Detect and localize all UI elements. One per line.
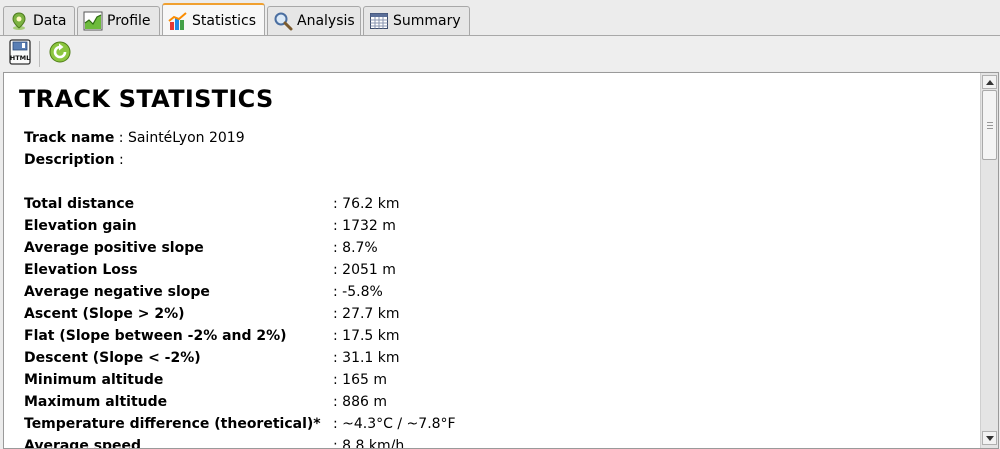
html-export-icon: HTML: [8, 39, 32, 69]
html-label: HTML: [10, 54, 30, 62]
stat-value: : 165 m: [333, 372, 387, 388]
stat-label: Flat (Slope between -2% and 2%): [24, 328, 287, 344]
stat-row: Average negative slope : -5.8%: [24, 281, 524, 303]
map-pin-icon: [9, 11, 29, 31]
magnifier-icon: [273, 11, 293, 31]
tab-label: Profile: [107, 13, 151, 29]
table-icon: [369, 11, 389, 31]
export-html-button[interactable]: HTML: [6, 39, 34, 69]
stat-label: Elevation gain: [24, 218, 137, 234]
stat-row: Average positive slope : 8.7%: [24, 237, 524, 259]
tab-summary[interactable]: Summary: [363, 6, 470, 35]
refresh-button[interactable]: [46, 40, 74, 68]
stat-row: Total distance : 76.2 km: [24, 193, 524, 215]
stat-value: : 31.1 km: [333, 350, 400, 366]
stat-row: Maximum altitude : 886 m: [24, 391, 524, 413]
stat-label: Total distance: [24, 196, 135, 212]
tab-analysis[interactable]: Analysis: [267, 6, 361, 35]
tab-bar: Data Profile Statistics Analysis Summary: [0, 0, 1000, 36]
stat-label: Elevation Loss: [24, 262, 138, 278]
description-label: Description: [24, 152, 115, 168]
refresh-icon: [48, 40, 72, 68]
statistics-chart-icon: [168, 11, 188, 31]
track-name-label: Track name: [24, 130, 115, 146]
stat-label: Minimum altitude: [24, 372, 164, 388]
description-value: :: [114, 152, 124, 168]
stat-value: : 8.7%: [333, 240, 378, 256]
stat-row: Descent (Slope < -2%) : 31.1 km: [24, 347, 524, 369]
chevron-up-icon: [985, 79, 994, 85]
tab-label: Statistics: [192, 12, 256, 29]
tab-profile[interactable]: Profile: [77, 6, 160, 35]
stat-value: : 2051 m: [333, 262, 396, 278]
stat-label: Average speed: [24, 438, 142, 449]
stat-row: Temperature difference (theoretical)* : ~…: [24, 413, 524, 435]
profile-chart-icon: [83, 11, 103, 31]
stat-label: Average negative slope: [24, 284, 210, 300]
stat-row: Ascent (Slope > 2%) : 27.7 km: [24, 303, 524, 325]
statistics-panel: TRACK STATISTICS Track name : SaintéLyon…: [3, 72, 999, 449]
scroll-up-button[interactable]: [982, 75, 997, 89]
scroll-down-button[interactable]: [982, 431, 997, 445]
stat-value: : 1732 m: [333, 218, 396, 234]
stat-row: Average speed : 8.8 km/h: [24, 435, 524, 449]
stat-row: Minimum altitude : 165 m: [24, 369, 524, 391]
tab-label: Summary: [393, 13, 461, 29]
stat-value: : 76.2 km: [333, 196, 400, 212]
stat-label: Descent (Slope < -2%): [24, 350, 201, 366]
stat-row: Elevation gain : 1732 m: [24, 215, 524, 237]
tab-label: Data: [33, 13, 67, 29]
vertical-scrollbar[interactable]: [980, 73, 998, 448]
chevron-down-icon: [985, 435, 994, 441]
stat-value: : ~4.3°C / ~7.8°F: [333, 416, 456, 432]
stat-label: Maximum altitude: [24, 394, 168, 410]
stat-value: : 27.7 km: [333, 306, 400, 322]
stat-row: Elevation Loss : 2051 m: [24, 259, 524, 281]
stat-row: Flat (Slope between -2% and 2%) : 17.5 km: [24, 325, 524, 347]
track-name-row: Track name : SaintéLyon 2019: [24, 127, 245, 149]
stat-label: Average positive slope: [24, 240, 204, 256]
tab-statistics[interactable]: Statistics: [162, 3, 265, 36]
stat-label: Temperature difference (theoretical)*: [24, 416, 321, 432]
stat-value: : -5.8%: [333, 284, 383, 300]
stat-value: : 886 m: [333, 394, 387, 410]
tab-data[interactable]: Data: [3, 6, 75, 35]
statistics-report: TRACK STATISTICS Track name : SaintéLyon…: [4, 73, 980, 449]
stat-value: : 8.8 km/h: [333, 438, 405, 449]
report-title: TRACK STATISTICS: [19, 85, 274, 113]
stat-value: : 17.5 km: [333, 328, 400, 344]
stat-label: Ascent (Slope > 2%): [24, 306, 185, 322]
toolbar-separator: [39, 41, 40, 67]
track-name-value: : SaintéLyon 2019: [114, 130, 245, 146]
scrollbar-thumb[interactable]: [982, 90, 997, 160]
tab-label: Analysis: [297, 13, 355, 29]
toolbar: HTML: [0, 36, 1000, 71]
description-row: Description :: [24, 149, 124, 171]
